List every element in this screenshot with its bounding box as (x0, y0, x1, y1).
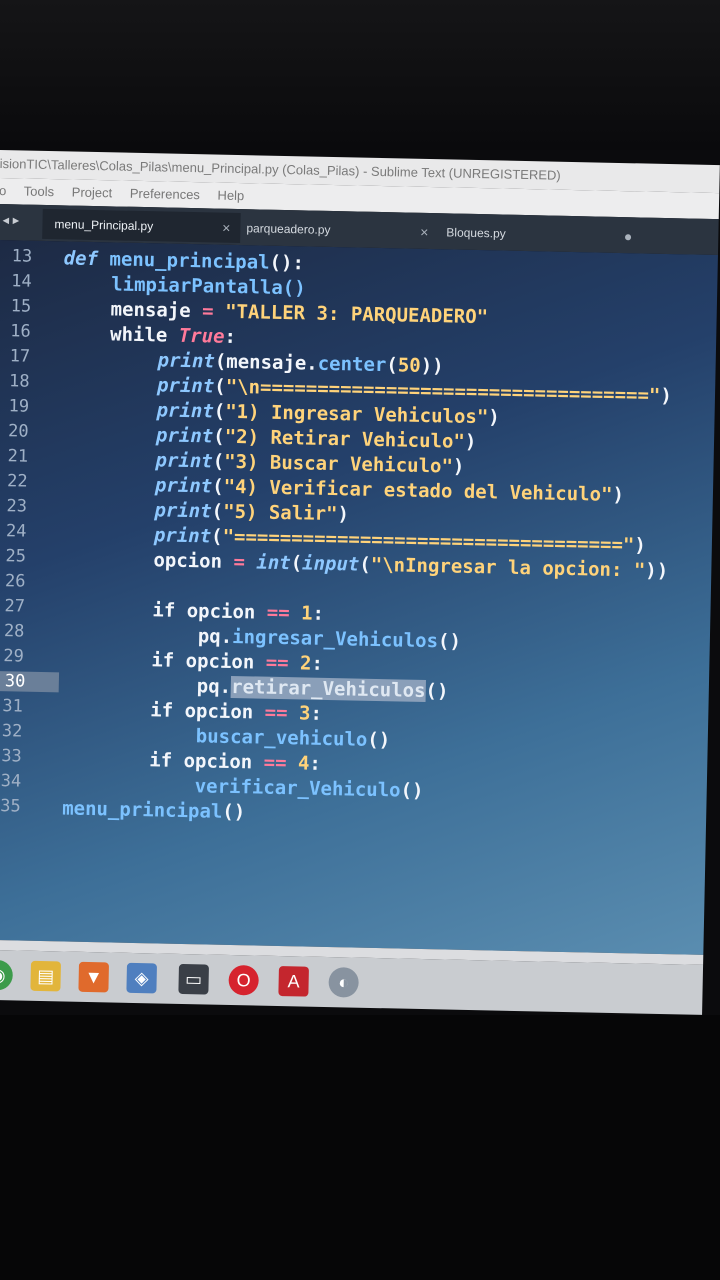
code-line-27: if opcion == 1: (152, 599, 325, 625)
code-line-33: if opcion == 4: (149, 749, 322, 775)
code-line-30: pq.retirar_Vehiculos() (196, 675, 449, 703)
menu-item-preferences[interactable]: Preferences (130, 186, 200, 202)
file-explorer-icon[interactable]: ▤ (30, 960, 62, 992)
menu-item-help[interactable]: Help (217, 188, 244, 204)
terminal-icon[interactable]: ▭ (178, 963, 209, 995)
virtualbox-icon[interactable]: ◈ (126, 962, 157, 994)
code-line-34: verificar_Vehiculo() (194, 775, 424, 803)
code-line-32: buscar_vehiculo() (195, 725, 391, 752)
monitor-bezel-top (0, 0, 720, 150)
code-line-35: menu_principal() (61, 797, 246, 824)
code-line-13: def menu_principal(): (63, 247, 305, 275)
code-line-17: print(mensaje.center(50)) (157, 349, 444, 378)
menu-item-project[interactable]: Project (72, 185, 113, 201)
code-line-19: print("1) Ingresar Vehiculos") (156, 399, 500, 429)
code-line-14: limpiarPantalla() (110, 273, 306, 300)
unsaved-dot-icon[interactable]: ● (624, 221, 633, 251)
close-icon[interactable]: × (222, 213, 231, 243)
brave-icon[interactable]: ▼ (78, 961, 110, 993)
code-line-21: print("3) Buscar Vehiculo") (155, 449, 465, 478)
tab-menu-principal[interactable]: menu_Principal.py × (42, 208, 241, 244)
tab-parqueadero[interactable]: parqueadero.py × (234, 213, 439, 247)
menu-item-o[interactable]: o (0, 183, 7, 198)
code-line-31: if opcion == 3: (150, 699, 323, 725)
monitor-bezel-bottom (0, 1015, 720, 1280)
code-line-29: if opcion == 2: (151, 649, 324, 675)
menu-item-tools[interactable]: Tools (24, 184, 55, 200)
app-icon[interactable]: ◐ (328, 967, 359, 998)
code-area[interactable]: def menu_principal(): limpiarPantalla() … (0, 240, 718, 955)
code-line-16: while True: (109, 323, 237, 348)
selected-text[interactable]: retirar_Vehiculos (230, 675, 426, 703)
acrobat-icon[interactable]: A (278, 966, 309, 997)
code-line-23: print("5) Salir") (154, 499, 350, 526)
close-icon[interactable]: × (420, 217, 429, 247)
code-editor[interactable]: 13 14 15 16 17 18 19 20 21 22 23 24 25 26 27 28 29 30 31 32… (0, 239, 718, 955)
chrome-icon[interactable]: ◉ (0, 959, 14, 991)
tab-bloques[interactable]: Bloques.py ● (434, 217, 647, 251)
tab-label: menu_Principal.py (54, 217, 154, 234)
opera-icon[interactable]: O (228, 964, 259, 996)
monitor-screen: isionTIC\Talleres\Colas_Pilas\menu_Princ… (0, 150, 720, 1025)
tab-label: parqueadero.py (246, 221, 331, 237)
code-line-28: pq.ingresar_Vehiculos() (197, 625, 462, 653)
tab-nav-arrows-icon[interactable]: ◂ ▸ (2, 212, 19, 228)
tab-label: Bloques.py (446, 225, 506, 241)
code-line-20: print("2) Retirar Vehiculo") (155, 424, 477, 454)
